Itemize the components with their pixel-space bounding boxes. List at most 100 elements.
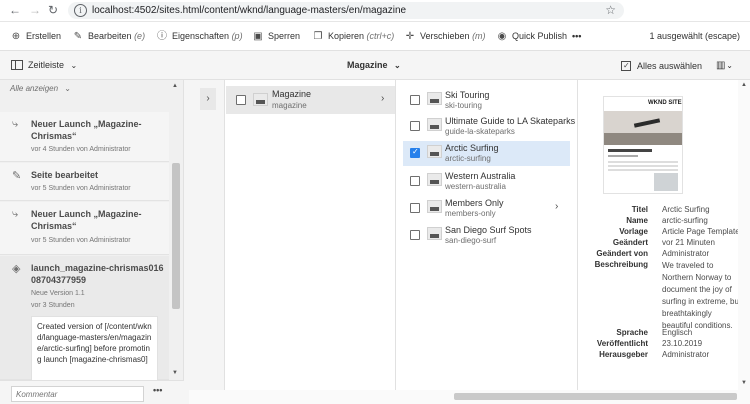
create-label: Erstellen: [26, 31, 62, 41]
create-button[interactable]: ⊕ Erstellen: [10, 22, 61, 51]
item-title: Western Australia: [445, 171, 516, 181]
item-name: western-australia: [445, 182, 506, 191]
address-bar[interactable]: i localhost:4502/sites.html/content/wknd…: [68, 2, 624, 19]
timeline-item[interactable]: ⤷ Neuer Launch „Magazine-Chrismas“ vor 5…: [0, 202, 169, 255]
move-button[interactable]: ✛ Verschieben (m): [404, 22, 486, 51]
column-1: Magazine magazine ›: [225, 80, 396, 390]
meta-key: Beschreibung: [594, 260, 648, 269]
item-title: Ultimate Guide to LA Skateparks: [445, 116, 576, 126]
timeline-item-version[interactable]: ◈ launch_magazine-chrismas01608704377959…: [0, 256, 169, 380]
launch-icon: ⤷: [12, 208, 19, 220]
checkbox-checked[interactable]: ✓: [410, 147, 420, 158]
copy-button[interactable]: ❐ Kopieren (ctrl+c): [312, 22, 395, 51]
main-vertical-scrollbar[interactable]: ▲ ▼: [738, 80, 750, 390]
meta-key: Geändert: [612, 238, 648, 247]
properties-button[interactable]: ⓘ Eigenschaften (p): [156, 22, 243, 51]
timeline-item-meta: vor 4 Stunden von Administrator: [31, 146, 131, 153]
rail-selector[interactable]: Zeitleiste ⌄: [28, 60, 77, 70]
column-item[interactable]: Members Only members-only ›: [403, 197, 568, 223]
column-item[interactable]: San Diego Surf Spots san-diego-surf: [403, 224, 568, 250]
timeline-item[interactable]: ✎ Seite bearbeitet vor 5 Stunden von Adm…: [0, 163, 169, 201]
item-title: Arctic Surfing: [445, 143, 499, 153]
meta-value: Administrator: [662, 350, 710, 359]
chevron-down-icon: ⌄: [64, 84, 71, 93]
item-title: San Diego Surf Spots: [445, 225, 532, 235]
meta-key: Vorlage: [619, 227, 648, 236]
edit-button[interactable]: ✎ Bearbeiten (e): [72, 22, 145, 51]
timeline-filter[interactable]: Alle anzeigen ⌄: [10, 84, 71, 93]
horizontal-scroll-thumb[interactable]: [454, 393, 737, 400]
view-switcher[interactable]: ▥ ⌄: [716, 60, 733, 71]
selection-status[interactable]: 1 ausgewählt (escape): [649, 22, 740, 51]
item-name: guide-la-skateparks: [445, 127, 515, 136]
item-title: Members Only: [445, 198, 504, 208]
item-title: Ski Touring: [445, 90, 490, 100]
checkbox[interactable]: [410, 176, 420, 186]
main-horizontal-scrollbar[interactable]: [189, 390, 750, 404]
timeline-item[interactable]: ⤷ Neuer Launch „Magazine-Chrismas“ vor 4…: [0, 112, 169, 162]
more-actions-button[interactable]: •••: [572, 22, 581, 51]
meta-value: Article Page Template: [662, 227, 740, 236]
edit-label: Bearbeiten: [88, 31, 132, 41]
meta-key: Veröffentlicht: [596, 339, 648, 348]
scroll-up-icon[interactable]: ▲: [741, 82, 747, 88]
checkbox[interactable]: [410, 95, 420, 105]
copy-icon: ❐: [313, 31, 323, 42]
column-view-icon: ▥: [716, 60, 726, 71]
back-icon[interactable]: ←: [8, 3, 22, 17]
scroll-down-icon[interactable]: ▼: [741, 380, 747, 386]
page-thumbnail: [253, 93, 268, 106]
edit-shortcut: (e): [134, 31, 146, 41]
chevron-down-icon: ⌄: [726, 61, 733, 70]
checkbox[interactable]: [410, 203, 420, 213]
rail-icon: [11, 60, 23, 70]
column-item[interactable]: Ski Touring ski-touring: [403, 90, 568, 116]
reload-icon[interactable]: ↻: [46, 3, 60, 17]
preview-hero: [604, 111, 682, 145]
item-name: magazine: [272, 101, 307, 110]
plus-circle-icon: ⊕: [11, 31, 21, 42]
page-thumbnail: [427, 173, 442, 186]
forward-icon[interactable]: →: [28, 3, 42, 17]
launch-icon: ⤷: [12, 118, 19, 130]
column-item-selected[interactable]: ✓ Arctic Surfing arctic-surfing: [403, 141, 570, 166]
meta-value: Englisch: [662, 328, 693, 337]
secondary-toolbar: Zeitleiste ⌄ Magazine ⌄ ✓ Alles auswähle…: [0, 52, 750, 80]
meta-key: Titel: [631, 205, 648, 214]
chevron-right-icon[interactable]: ›: [200, 88, 216, 110]
comment-more-button[interactable]: •••: [153, 385, 162, 395]
bookmark-star-icon[interactable]: ☆: [605, 3, 616, 17]
timeline-scrollbar[interactable]: ▲ ▼: [169, 80, 183, 380]
column-item[interactable]: Ultimate Guide to LA Skateparks guide-la…: [403, 115, 575, 141]
info-icon: ⓘ: [157, 31, 167, 42]
chevron-down-icon: ⌄: [394, 61, 401, 70]
rail-label: Zeitleiste: [28, 60, 65, 70]
brand-logo: WKND SITE: [648, 100, 682, 106]
scroll-up-icon[interactable]: ▲: [172, 83, 178, 89]
layers-icon: ◈: [12, 263, 21, 275]
version-comment: Created version of [/content/wknd/langua…: [31, 316, 158, 380]
meta-key: Geändert von: [596, 249, 648, 258]
column-title[interactable]: Magazine ⌄: [347, 60, 401, 70]
column-item-magazine[interactable]: Magazine magazine ›: [226, 86, 395, 114]
scroll-down-icon[interactable]: ▼: [172, 370, 178, 376]
comment-input[interactable]: [11, 386, 144, 402]
filter-label: Alle anzeigen: [10, 84, 59, 93]
lock-button[interactable]: ▣ Sperren: [252, 22, 300, 51]
quick-publish-button[interactable]: ◉ Quick Publish: [496, 22, 567, 51]
properties-label: Eigenschaften: [172, 31, 230, 41]
timeline-item-meta: vor 3 Stunden: [31, 302, 75, 309]
site-info-icon[interactable]: i: [74, 4, 87, 17]
checkbox[interactable]: [410, 121, 420, 131]
pencil-icon: ✎: [73, 31, 83, 42]
action-bar: ⊕ Erstellen ✎ Bearbeiten (e) ⓘ Eigenschafte…: [0, 22, 750, 51]
timeline-list[interactable]: Alle anzeigen ⌄ ⤷ Neuer Launch „Magazine…: [0, 80, 169, 380]
select-all-button[interactable]: Alles auswählen: [637, 61, 702, 71]
meta-value: vor 21 Minuten: [662, 238, 715, 247]
timeline-scroll-thumb[interactable]: [172, 163, 180, 309]
column-item[interactable]: Western Australia western-australia: [403, 170, 568, 196]
timeline-item-title: Neuer Launch „Magazine-Chrismas“: [31, 209, 142, 231]
checkbox[interactable]: [410, 230, 420, 240]
checkbox[interactable]: [236, 95, 246, 105]
lock-label: Sperren: [268, 31, 301, 41]
